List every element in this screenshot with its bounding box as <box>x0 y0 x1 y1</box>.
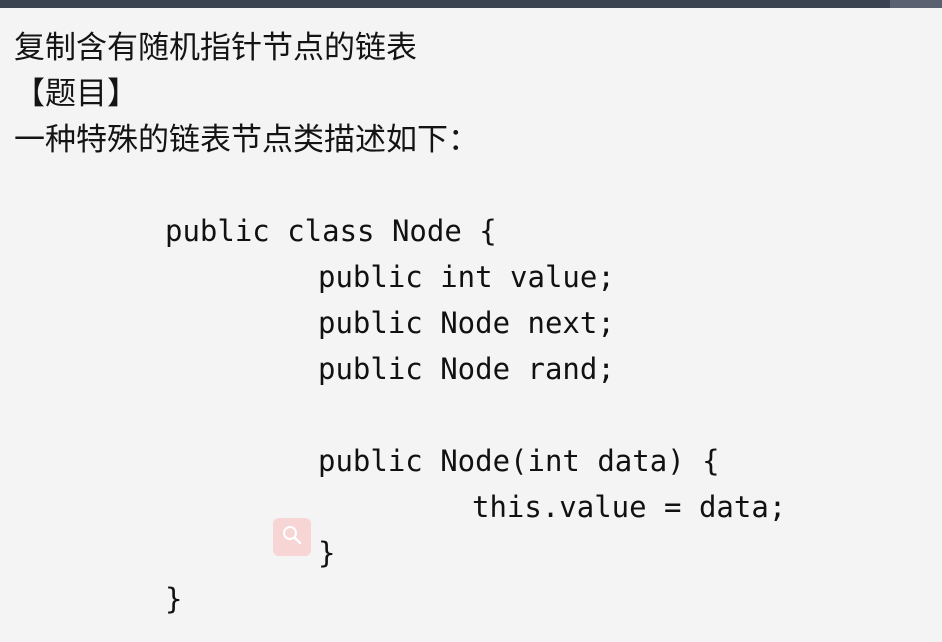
code-line: public class Node { <box>165 214 497 248</box>
top-bar <box>0 0 942 8</box>
code-line: } <box>165 582 183 616</box>
search-icon <box>281 524 303 550</box>
code-line: } <box>318 536 336 570</box>
code-line: public int value; <box>318 260 615 294</box>
code-line: public Node next; <box>318 306 615 340</box>
search-overlay-button[interactable] <box>273 518 311 556</box>
code-line: this.value = data; <box>472 490 787 524</box>
section-label: 【题目】 <box>14 76 138 112</box>
code-line: public Node rand; <box>318 352 615 386</box>
code-line: public Node(int data) { <box>318 444 720 478</box>
problem-description: 一种特殊的链表节点类描述如下： <box>14 122 479 158</box>
top-bar-corner <box>890 0 942 8</box>
document-title: 复制含有随机指针节点的链表 <box>14 30 417 66</box>
